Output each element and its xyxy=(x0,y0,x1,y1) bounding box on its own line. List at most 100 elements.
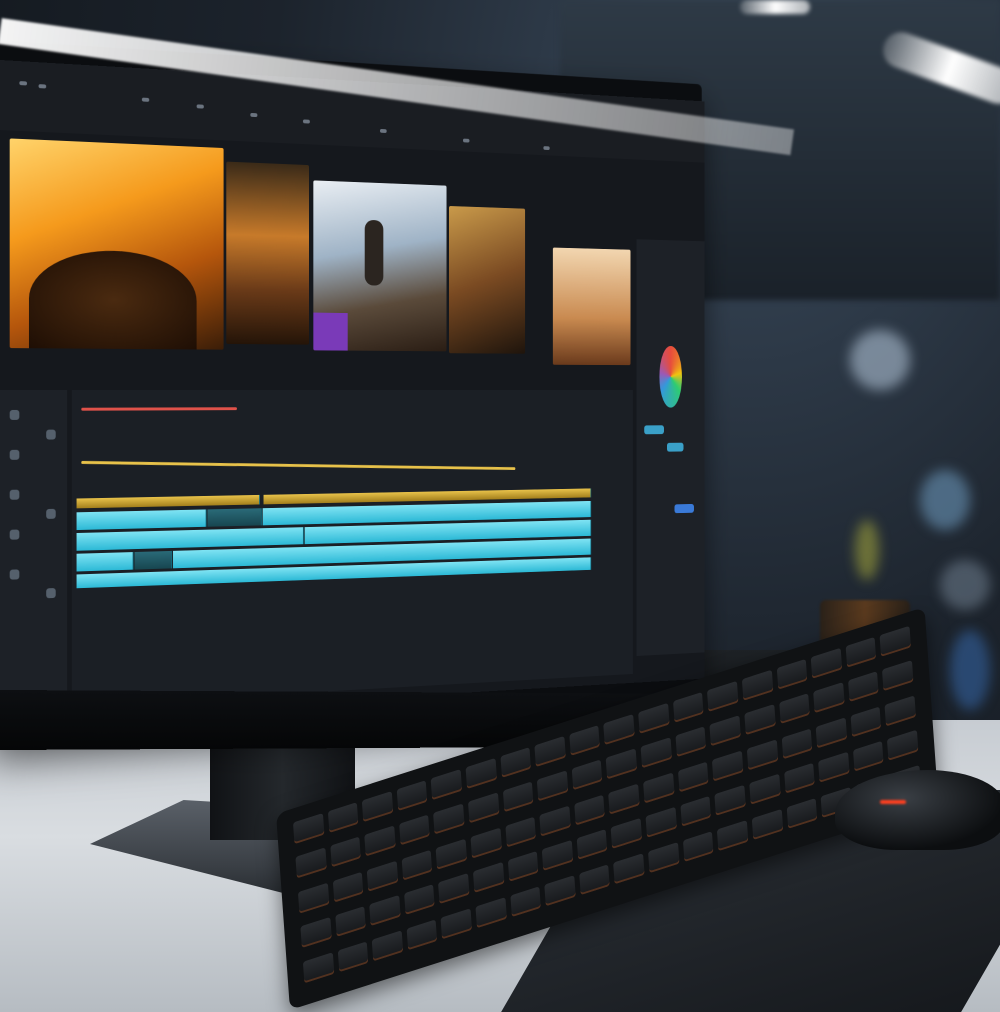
keyboard-key xyxy=(603,713,635,745)
keyboard-key xyxy=(887,729,919,761)
keyboard-key xyxy=(608,783,640,815)
viewer-clip-hiker[interactable] xyxy=(313,180,447,352)
keyboard-key xyxy=(818,751,850,783)
keyboard-key xyxy=(502,781,534,813)
keyboard-key xyxy=(707,680,739,712)
tool-icon[interactable] xyxy=(9,449,20,460)
tool-icon[interactable] xyxy=(46,508,56,519)
viewer-clip-interior[interactable] xyxy=(552,247,631,366)
tool-icon[interactable] xyxy=(46,429,56,440)
keyboard-key xyxy=(364,825,396,857)
keyboard-key xyxy=(436,838,468,870)
toolbar-icon[interactable] xyxy=(543,146,550,151)
tool-icon[interactable] xyxy=(9,569,20,580)
keyboard-key xyxy=(606,748,638,780)
panel-icon[interactable] xyxy=(674,503,694,514)
keyboard-key xyxy=(438,873,470,905)
keyboard-key xyxy=(332,871,364,903)
bokeh-light xyxy=(940,560,990,610)
keyboard-key xyxy=(431,769,463,801)
keyboard-key xyxy=(539,805,571,837)
timeline-clip[interactable] xyxy=(76,552,134,572)
keyboard-key xyxy=(712,750,744,782)
keyboard-key xyxy=(810,647,842,679)
keyboard-key xyxy=(337,940,369,972)
keyboard-key xyxy=(468,792,500,824)
keyboard-key xyxy=(507,851,539,883)
keyboard-key xyxy=(783,762,815,794)
playhead-range-bar[interactable] xyxy=(81,407,237,411)
keyboard-key xyxy=(433,803,465,835)
timeline-panel[interactable] xyxy=(71,390,633,706)
keyboard-key xyxy=(852,740,884,772)
timeline-range-bar[interactable] xyxy=(81,460,516,471)
keyboard-key xyxy=(749,773,781,805)
keyboard-key xyxy=(574,794,606,826)
keyboard-key xyxy=(645,807,677,839)
keyboard-key xyxy=(879,625,911,657)
keyboard-key xyxy=(741,669,773,701)
toolbar-icon[interactable] xyxy=(196,104,204,109)
keyboard-key xyxy=(362,791,394,823)
timeline-clip[interactable] xyxy=(134,550,173,570)
keyboard-key xyxy=(510,885,542,917)
toolbar-icon[interactable] xyxy=(250,112,258,118)
timeline-clip[interactable] xyxy=(76,494,261,509)
keyboard-key xyxy=(401,849,433,881)
panel-icon[interactable] xyxy=(666,442,684,452)
keyboard-key xyxy=(334,906,366,938)
viewer-clip-coast[interactable] xyxy=(226,161,309,345)
timeline-clip[interactable] xyxy=(76,509,207,531)
viewer-clip-portrait[interactable] xyxy=(449,205,526,354)
keyboard-key xyxy=(786,797,818,829)
keyboard-key xyxy=(882,660,914,692)
keyboard-key xyxy=(544,874,576,906)
tool-icon[interactable] xyxy=(9,489,20,500)
keyboard-key xyxy=(778,693,810,725)
keyboard-key xyxy=(542,840,574,872)
toolbar-icon[interactable] xyxy=(141,97,150,102)
keyboard-key xyxy=(475,896,507,928)
tool-icon[interactable] xyxy=(46,588,56,599)
keyboard-key xyxy=(440,907,473,939)
keyboard-key xyxy=(470,827,502,859)
keyboard-key xyxy=(297,882,329,914)
ceiling-light xyxy=(740,0,810,14)
keyboard-key xyxy=(505,816,537,848)
purple-accent xyxy=(313,312,348,351)
toolbar-icon[interactable] xyxy=(379,128,387,134)
keyboard-key xyxy=(675,726,707,758)
keyboard-key xyxy=(611,818,643,850)
toolbar-icon[interactable] xyxy=(302,119,310,124)
panel-icon[interactable] xyxy=(644,425,664,435)
keyboard-key xyxy=(717,819,749,851)
keyboard-key xyxy=(579,863,611,895)
keyboard-key xyxy=(672,691,704,723)
keyboard-key xyxy=(406,918,438,950)
timeline-clip[interactable] xyxy=(207,508,262,527)
toolbar-icon[interactable] xyxy=(19,81,28,86)
toolbar-icon[interactable] xyxy=(462,138,470,143)
keyboard-key xyxy=(677,761,709,793)
keyboard-key xyxy=(714,784,746,816)
keyboard-key xyxy=(366,860,399,892)
keyboard-key xyxy=(815,717,847,749)
keyboard-key xyxy=(682,830,714,862)
keyboard-key xyxy=(500,747,532,779)
keyboard-key xyxy=(813,682,845,714)
keyboard-key xyxy=(744,704,776,736)
bokeh-light xyxy=(850,330,910,390)
color-wheel-icon[interactable] xyxy=(659,345,682,408)
keyboard-key xyxy=(845,636,877,668)
monitor-screen xyxy=(0,60,705,720)
toolbar-icon[interactable] xyxy=(38,84,47,89)
tool-icon[interactable] xyxy=(9,409,20,420)
keyboard-key xyxy=(369,895,401,927)
keyboard-key xyxy=(403,884,436,916)
viewer-clip-sunset[interactable] xyxy=(9,138,224,350)
keyboard-key xyxy=(292,813,325,845)
bokeh-light xyxy=(855,520,879,580)
keyboard-key xyxy=(295,847,327,879)
keyboard-key xyxy=(571,759,603,791)
tool-icon[interactable] xyxy=(9,529,20,540)
